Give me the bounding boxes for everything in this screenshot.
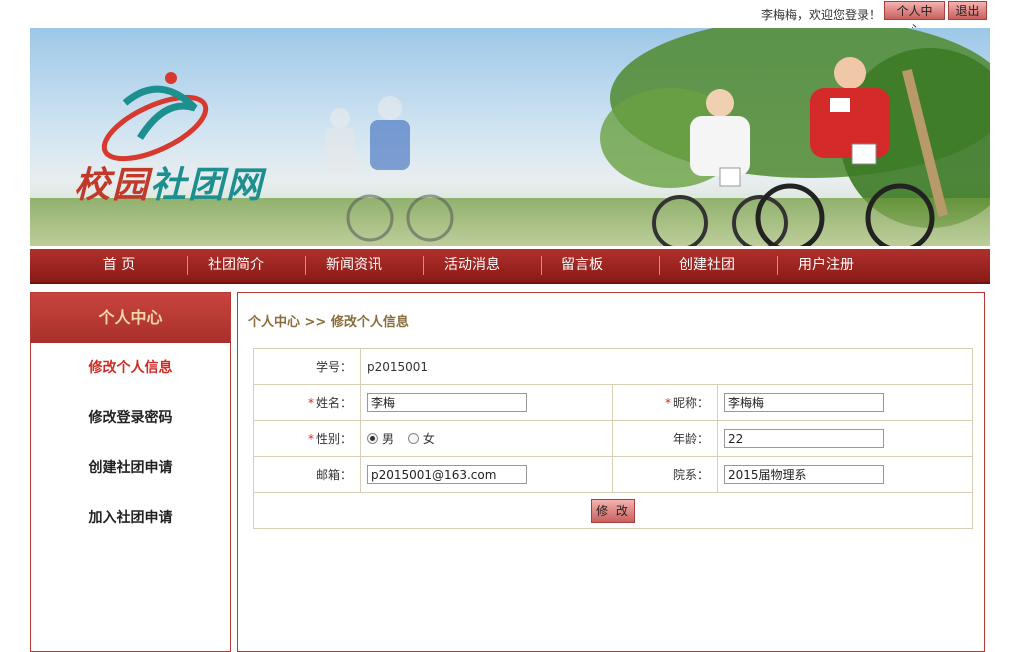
form-row: *姓名： *昵称：	[253, 384, 973, 421]
site-banner: 校园社团网	[30, 28, 990, 246]
nav-club-intro[interactable]: 社团简介	[177, 249, 295, 282]
logo-text-part2: 社团网	[150, 164, 265, 206]
sidebar-item-edit-profile[interactable]: 修改个人信息	[31, 343, 230, 393]
radio-checked-icon[interactable]	[367, 433, 378, 444]
nickname-cell	[717, 384, 973, 421]
gender-cell: 男 女	[360, 420, 613, 457]
welcome-text: 李梅梅，欢迎您登录！	[760, 8, 881, 22]
gender-female-option[interactable]: 女	[407, 430, 435, 447]
email-field[interactable]	[367, 465, 527, 484]
radio-unchecked-icon[interactable]	[407, 433, 419, 444]
gender-label: * 性别：	[253, 420, 361, 457]
nav-news[interactable]: 新闻资讯	[295, 249, 413, 282]
age-cell	[717, 420, 973, 457]
personal-center-button[interactable]: 个人中心	[884, 1, 945, 37]
form-row: 学号： p2015001	[253, 348, 973, 385]
name-cell	[360, 384, 613, 421]
department-field[interactable]	[724, 465, 884, 484]
form-row: * 性别： 男 女 年龄：	[253, 420, 973, 457]
main-nav: 首 页 社团简介 新闻资讯 活动消息 留言板 创建社团 用户注册	[30, 249, 990, 284]
sidebar-item-change-password[interactable]: 修改登录密码	[31, 393, 230, 443]
required-mark: *	[664, 396, 671, 410]
student-no-label: 学号：	[253, 348, 361, 385]
submit-cell: 修 改	[253, 492, 973, 529]
sidebar-item-join-club-request[interactable]: 加入社团申请	[31, 493, 230, 543]
main-panel: 个人中心 >> 修改个人信息 学号： p2015001 *姓名： *昵称： *性…	[237, 292, 985, 652]
breadcrumb: 个人中心 >> 修改个人信息	[248, 315, 409, 330]
site-logo[interactable]: 校园社团网	[74, 156, 264, 208]
sidebar-title: 个人中心	[31, 293, 230, 343]
department-label: 院系：	[612, 456, 718, 493]
age-label: 年龄：	[612, 420, 718, 457]
nav-home[interactable]: 首 页	[60, 249, 178, 282]
name-label: * 姓名：	[253, 384, 361, 421]
email-label: 邮箱：	[253, 456, 361, 493]
department-cell	[717, 456, 973, 493]
email-cell	[360, 456, 613, 493]
logo-text-part1: 校园	[74, 164, 151, 206]
sidebar-item-create-club-request[interactable]: 创建社团申请	[31, 443, 230, 493]
submit-button[interactable]: 修 改	[591, 498, 635, 523]
required-mark: *	[307, 396, 314, 410]
student-no-value: p2015001	[360, 348, 973, 385]
nickname-label: * 昵称：	[612, 384, 718, 421]
gender-female-label: 女	[422, 432, 435, 446]
nav-create-club[interactable]: 创建社团	[648, 249, 766, 282]
age-field[interactable]	[724, 429, 884, 448]
sidebar: 个人中心 修改个人信息 修改登录密码 创建社团申请 加入社团申请	[30, 292, 231, 652]
logout-button[interactable]: 退出	[948, 1, 987, 20]
top-bar: 李梅梅，欢迎您登录！ 个人中心 退出	[0, 0, 1029, 37]
nav-guestbook[interactable]: 留言板	[523, 249, 641, 282]
profile-form: 学号： p2015001 *姓名： *昵称： *性别： 男 女 年龄： 邮箱： …	[253, 348, 973, 529]
form-row: 修 改	[253, 492, 973, 529]
nav-activities[interactable]: 活动消息	[413, 249, 531, 282]
gender-male-label: 男	[382, 432, 395, 446]
nickname-field[interactable]	[724, 393, 884, 412]
nav-register[interactable]: 用户注册	[767, 249, 885, 282]
form-row: 邮箱： 院系：	[253, 456, 973, 493]
required-mark: *	[307, 432, 314, 446]
banner-illustration	[30, 28, 990, 246]
gender-male-option[interactable]: 男	[367, 430, 394, 447]
name-field[interactable]	[367, 393, 527, 412]
